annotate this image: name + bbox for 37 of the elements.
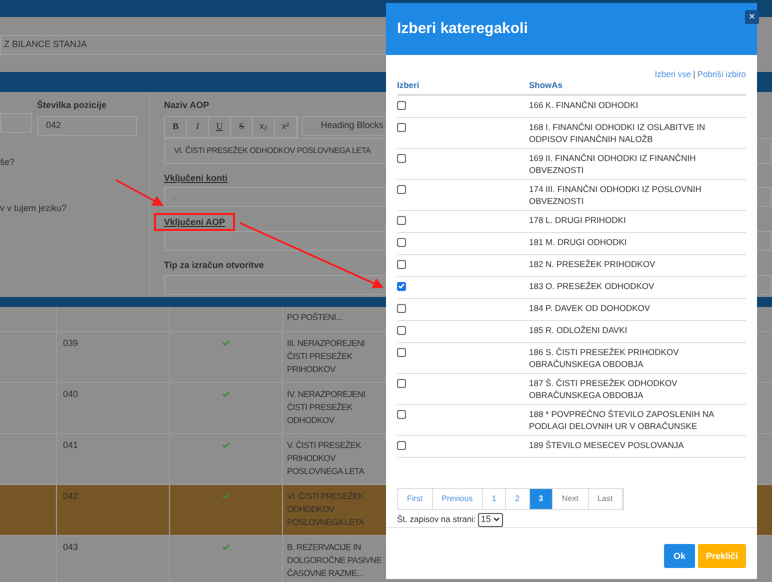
item-label: 166 K. FINANČNI ODHODKI (529, 98, 640, 112)
table-cell: V. ČISTI PRESEŽEK PRIHODKOV POSLOVNEGA LETA (287, 440, 364, 476)
table-cell: 042 (63, 491, 78, 501)
table-cell: VI. ČISTI PRESEŽEK ODHODKOV POSLOVNEGA LETA (287, 491, 364, 527)
dialog-title: Izberi kateregakoli (397, 18, 528, 39)
table-cell: PO POŠTENI... (287, 312, 342, 322)
item-label: 182 N. PRESEŽEK PRIHODKOV (529, 258, 656, 271)
item-label: 184 P. DAVEK OD DOHODKOV (529, 302, 652, 315)
field-label: Vključeni konti (164, 172, 228, 185)
field-label: Vključeni AOP (154, 213, 236, 231)
column-header: Izberi (397, 79, 420, 92)
field-label: Številka pozicije (37, 99, 108, 112)
item-label: 168 I. FINANČNI ODHODKI IZ OSLABITVE IN ODPISOV FINANČNIH NALOŽB (529, 120, 706, 145)
item-label: 189 ŠTEVILO MESECEV POSLOVANJA (529, 438, 685, 452)
field-label: Naziv AOP (164, 99, 210, 112)
table-cell: 041 (63, 440, 78, 450)
table-cell: B. REZERVACIJE IN DOLGOROČNE PASIVNE ČASOVNE RAZME... (287, 542, 382, 578)
item-label: 187 Š. ČISTI PRESEŽEK ODHODKOV OBRAČUNSKEGA OBDOBJA (529, 376, 678, 401)
table-cell: III. NERAZPOREJENI ČISTI PRESEŽEK PRIHODKOV (287, 338, 365, 374)
table-cell: 043 (63, 542, 78, 552)
item-label: 185 R. ODLOŽENI DAVKI (529, 324, 628, 337)
item-label: 181 M. DRUGI ODHODKI (529, 236, 628, 249)
link-separator: | (693, 68, 696, 81)
column-header: ShowAs (529, 79, 563, 92)
item-label: 188 * POVPREČNO ŠTEVILO ZAPOSLENIH NA PODLAGI DELOVNIH UR V OBRAČUNSKE (529, 408, 715, 432)
item-label: 183 O. PRESEŽEK ODHODKOV (529, 280, 656, 293)
page-size-label: Št. zapisov na strani: (397, 513, 476, 526)
table-cell: 040 (63, 389, 78, 399)
question-text: še? (0, 156, 16, 168)
table-cell: IV. NERAZPOREJENI ČISTI PRESEŽEK ODHODKOV (287, 389, 366, 425)
item-label: 186 S. ČISTI PRESEŽEK PRIHODKOV OBRAČUNSKEGA OBDOBJA (529, 346, 680, 370)
item-label: 169 II. FINANČNI ODHODKI IZ FINANČNIH OBVEZNOSTI (529, 152, 697, 176)
question-text: v v tujem jeziku? (0, 202, 68, 215)
table-cell: 039 (63, 338, 78, 348)
item-label: 174 III. FINANČNI ODHODKI IZ POSLOVNIH OBVEZNOSTI (529, 182, 702, 207)
item-label: 178 L. DRUGI PRIHODKI (529, 214, 627, 227)
field-label: Tip za izračun otvoritve (164, 259, 264, 272)
